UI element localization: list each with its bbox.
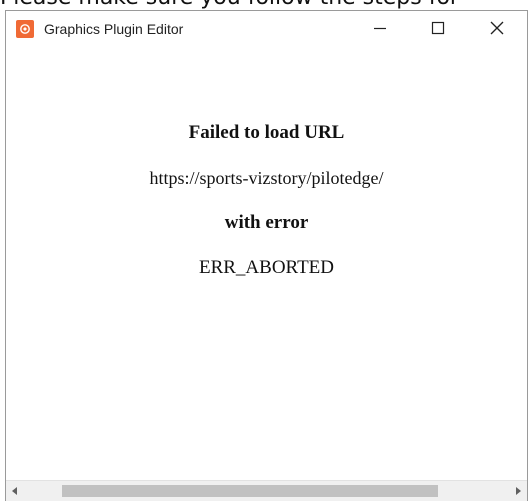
horizontal-scrollbar[interactable] [6,480,527,501]
window-title: Graphics Plugin Editor [44,21,184,37]
app-icon [16,20,34,38]
close-button[interactable] [468,11,526,45]
title-bar[interactable]: Graphics Plugin Editor [6,11,527,47]
maximize-icon [431,21,445,35]
graphics-plugin-editor-window: Graphics Plugin Editor Failed to load UR… [5,10,528,501]
scroll-left-arrow-icon [12,487,17,495]
scroll-right-arrow-icon [516,487,521,495]
error-code: ERR_ABORTED [198,257,335,278]
error-heading: Failed to load URL [188,122,345,143]
minimize-button[interactable] [351,11,409,45]
scrollbar-thumb[interactable] [62,485,438,497]
background-document-text: Please make sure you follow the steps fo… [0,0,530,10]
scroll-right-button[interactable] [509,481,527,501]
with-error-label: with error [224,212,309,233]
close-icon [490,21,504,35]
failed-url: https://sports-vizstory/pilotedge/ [149,168,384,188]
scroll-left-button[interactable] [6,481,24,501]
error-content: Failed to load URL https://sports-vizsto… [6,47,527,481]
minimize-icon [374,27,386,30]
maximize-button[interactable] [409,11,467,45]
